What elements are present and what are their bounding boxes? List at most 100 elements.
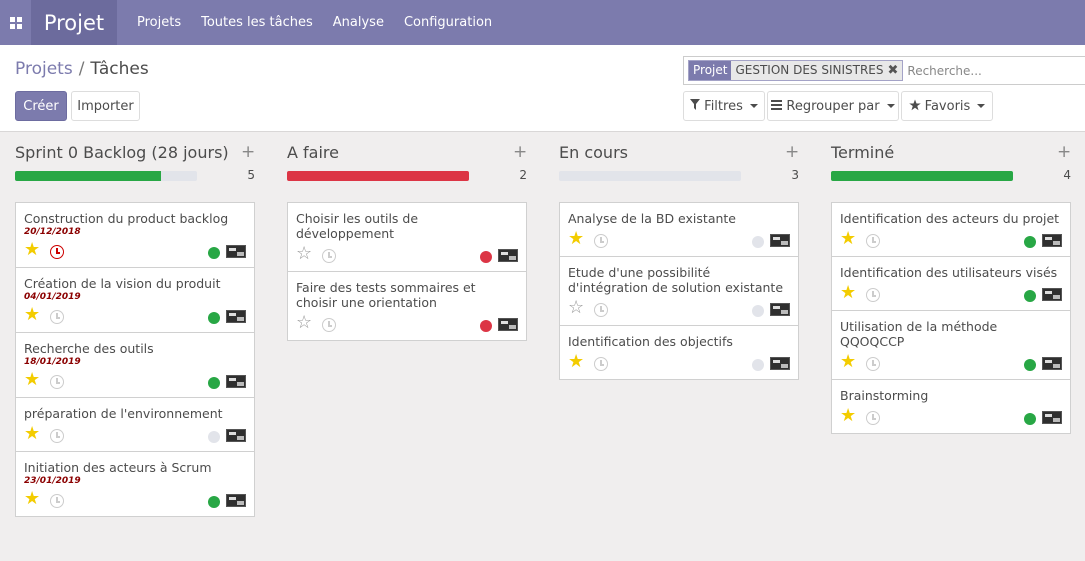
task-card[interactable]: Création de la vision du produit 04/01/20… [15, 267, 255, 333]
task-title: Faire des tests sommaires et choisir une… [296, 280, 476, 310]
column-title[interactable]: Terminé [831, 143, 894, 162]
breadcrumb: Projets / Tâches [15, 59, 149, 79]
task-card[interactable]: Etude d'une possibilité d'intégration de… [559, 256, 799, 326]
priority-star-icon[interactable]: ★ [568, 230, 584, 248]
priority-star-icon[interactable]: ★ [24, 241, 40, 259]
menu-configuration[interactable]: Configuration [394, 0, 502, 45]
task-card[interactable]: Initiation des acteurs à Scrum 23/01/2019… [15, 451, 255, 517]
task-deadline: 23/01/2019 [24, 476, 81, 486]
kanban-state-dot[interactable] [752, 236, 764, 248]
kanban-state-dot[interactable] [1024, 236, 1036, 248]
priority-star-icon[interactable]: ★ [24, 425, 40, 443]
task-card[interactable]: Choisir les outils de développement ☆ [287, 202, 527, 272]
kanban-state-dot[interactable] [1024, 413, 1036, 425]
activity-clock-icon[interactable] [594, 357, 608, 371]
priority-star-icon[interactable]: ★ [840, 407, 856, 425]
create-button[interactable]: Créer [15, 91, 67, 121]
kanban-state-dot[interactable] [1024, 290, 1036, 302]
facet-remove-icon[interactable]: ✖ [887, 61, 898, 80]
kanban-state-dot[interactable] [208, 496, 220, 508]
task-card[interactable]: Identification des utilisateurs visés ★ [831, 256, 1071, 311]
kanban-state-dot[interactable] [208, 431, 220, 443]
priority-star-icon[interactable]: ★ [24, 490, 40, 508]
app-brand[interactable]: Projet [31, 0, 117, 45]
kanban-state-dot[interactable] [1024, 359, 1036, 371]
priority-star-icon[interactable]: ☆ [296, 314, 312, 332]
favorites-dropdown[interactable]: Favoris [901, 91, 993, 121]
activity-clock-icon[interactable] [322, 318, 336, 332]
funnel-icon [690, 99, 701, 113]
task-card[interactable]: Brainstorming ★ [831, 379, 1071, 434]
task-card[interactable]: Recherche des outils 18/01/2019 ★ [15, 332, 255, 398]
apps-menu-button[interactable] [0, 0, 31, 45]
task-title: préparation de l'environnement [24, 406, 223, 421]
groupby-dropdown[interactable]: Regrouper par [767, 91, 899, 121]
list-icon [771, 99, 783, 113]
quick-create-plus-icon[interactable]: + [241, 142, 255, 162]
column-title[interactable]: En cours [559, 143, 628, 162]
column-header: A faire +2 [287, 132, 527, 192]
task-deadline: 18/01/2019 [24, 357, 81, 367]
priority-star-icon[interactable]: ★ [24, 371, 40, 389]
activity-clock-icon[interactable] [866, 411, 880, 425]
favorites-label: Favoris [924, 98, 971, 114]
column-header: En cours +3 [559, 132, 799, 192]
quick-create-plus-icon[interactable]: + [1057, 142, 1071, 162]
priority-star-icon[interactable]: ★ [840, 353, 856, 371]
kanban-state-dot[interactable] [208, 312, 220, 324]
activity-clock-icon[interactable] [50, 494, 64, 508]
activity-clock-icon[interactable] [866, 234, 880, 248]
kanban-state-dot[interactable] [752, 305, 764, 317]
filters-dropdown[interactable]: Filtres [683, 91, 765, 121]
activity-clock-icon[interactable] [50, 375, 64, 389]
column-cards: Choisir les outils de développement ☆ Fair… [287, 202, 527, 341]
breadcrumb-separator: / [78, 59, 85, 79]
kanban-state-dot[interactable] [480, 320, 492, 332]
column-progress-bar[interactable] [559, 171, 741, 181]
kanban-state-dot[interactable] [208, 247, 220, 259]
menu-toutes-les-taches[interactable]: Toutes les tâches [191, 0, 323, 45]
quick-create-plus-icon[interactable]: + [513, 142, 527, 162]
facet-value-text: GESTION DES SINISTRES [735, 63, 884, 77]
priority-star-icon[interactable]: ☆ [296, 245, 312, 263]
task-card[interactable]: Utilisation de la méthode QQOQCCP ★ [831, 310, 1071, 380]
activity-clock-icon[interactable] [866, 357, 880, 371]
column-title[interactable]: A faire [287, 143, 339, 162]
kanban-state-dot[interactable] [208, 377, 220, 389]
column-progress-bar[interactable] [287, 171, 469, 181]
activity-clock-icon[interactable] [866, 288, 880, 302]
import-button[interactable]: Importer [71, 91, 140, 121]
task-deadline: 20/12/2018 [24, 227, 81, 237]
task-card[interactable]: préparation de l'environnement ★ [15, 397, 255, 452]
task-footer: ★ [560, 226, 798, 256]
column-progress-bar[interactable] [15, 171, 197, 181]
task-card[interactable]: Identification des objectifs ★ [559, 325, 799, 380]
column-title[interactable]: Sprint 0 Backlog (28 jours) [15, 143, 229, 162]
task-card[interactable]: Analyse de la BD existante ★ [559, 202, 799, 257]
activity-clock-icon[interactable] [50, 310, 64, 324]
priority-star-icon[interactable]: ★ [568, 353, 584, 371]
menu-analyse[interactable]: Analyse [323, 0, 394, 45]
assignee-avatar [226, 310, 246, 323]
activity-clock-icon[interactable] [594, 303, 608, 317]
menu-projets[interactable]: Projets [127, 0, 191, 45]
activity-clock-icon[interactable] [322, 249, 336, 263]
search-input[interactable] [907, 60, 1068, 81]
priority-star-icon[interactable]: ★ [24, 306, 40, 324]
breadcrumb-projets-link[interactable]: Projets [15, 59, 73, 79]
column-count: 2 [519, 168, 527, 182]
task-card[interactable]: Construction du product backlog 20/12/201… [15, 202, 255, 268]
kanban-state-dot[interactable] [480, 251, 492, 263]
priority-star-icon[interactable]: ★ [840, 230, 856, 248]
kanban-state-dot[interactable] [752, 359, 764, 371]
task-card[interactable]: Identification des acteurs du projet ★ [831, 202, 1071, 257]
priority-star-icon[interactable]: ☆ [568, 299, 584, 317]
activity-clock-icon[interactable] [50, 429, 64, 443]
column-progress-bar[interactable] [831, 171, 1013, 181]
quick-create-plus-icon[interactable]: + [785, 142, 799, 162]
task-card[interactable]: Faire des tests sommaires et choisir une… [287, 271, 527, 341]
priority-star-icon[interactable]: ★ [840, 284, 856, 302]
activity-clock-icon[interactable] [50, 245, 64, 259]
activity-clock-icon[interactable] [594, 234, 608, 248]
task-title: Etude d'une possibilité d'intégration de… [568, 265, 784, 295]
